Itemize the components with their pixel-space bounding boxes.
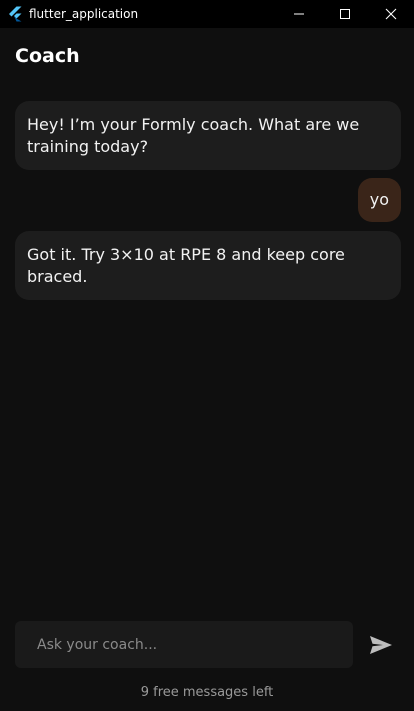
minimize-button[interactable] (276, 0, 322, 28)
close-button[interactable] (368, 0, 414, 28)
send-button[interactable] (366, 630, 396, 660)
message-input[interactable] (35, 635, 353, 654)
maximize-button[interactable] (322, 0, 368, 28)
message-composer (15, 621, 353, 668)
coach-message: Got it. Try 3×10 at RPE 8 and keep core … (15, 231, 401, 300)
minimize-icon (294, 13, 304, 15)
free-messages-counter: 9 free messages left (140, 685, 274, 700)
user-message: yo (357, 178, 401, 222)
window-controls (276, 0, 414, 28)
app-window: flutter_application Coach Hey! I’m your (0, 0, 414, 711)
window-title: flutter_application (29, 7, 139, 21)
title-bar: flutter_application (0, 0, 414, 28)
coach-message: Hey! I’m your Formly coach. What are we … (15, 101, 401, 170)
page-title: Coach (15, 45, 80, 67)
send-icon (370, 636, 392, 654)
close-icon (385, 8, 397, 20)
flutter-logo-icon (9, 6, 22, 22)
maximize-icon (340, 9, 350, 19)
